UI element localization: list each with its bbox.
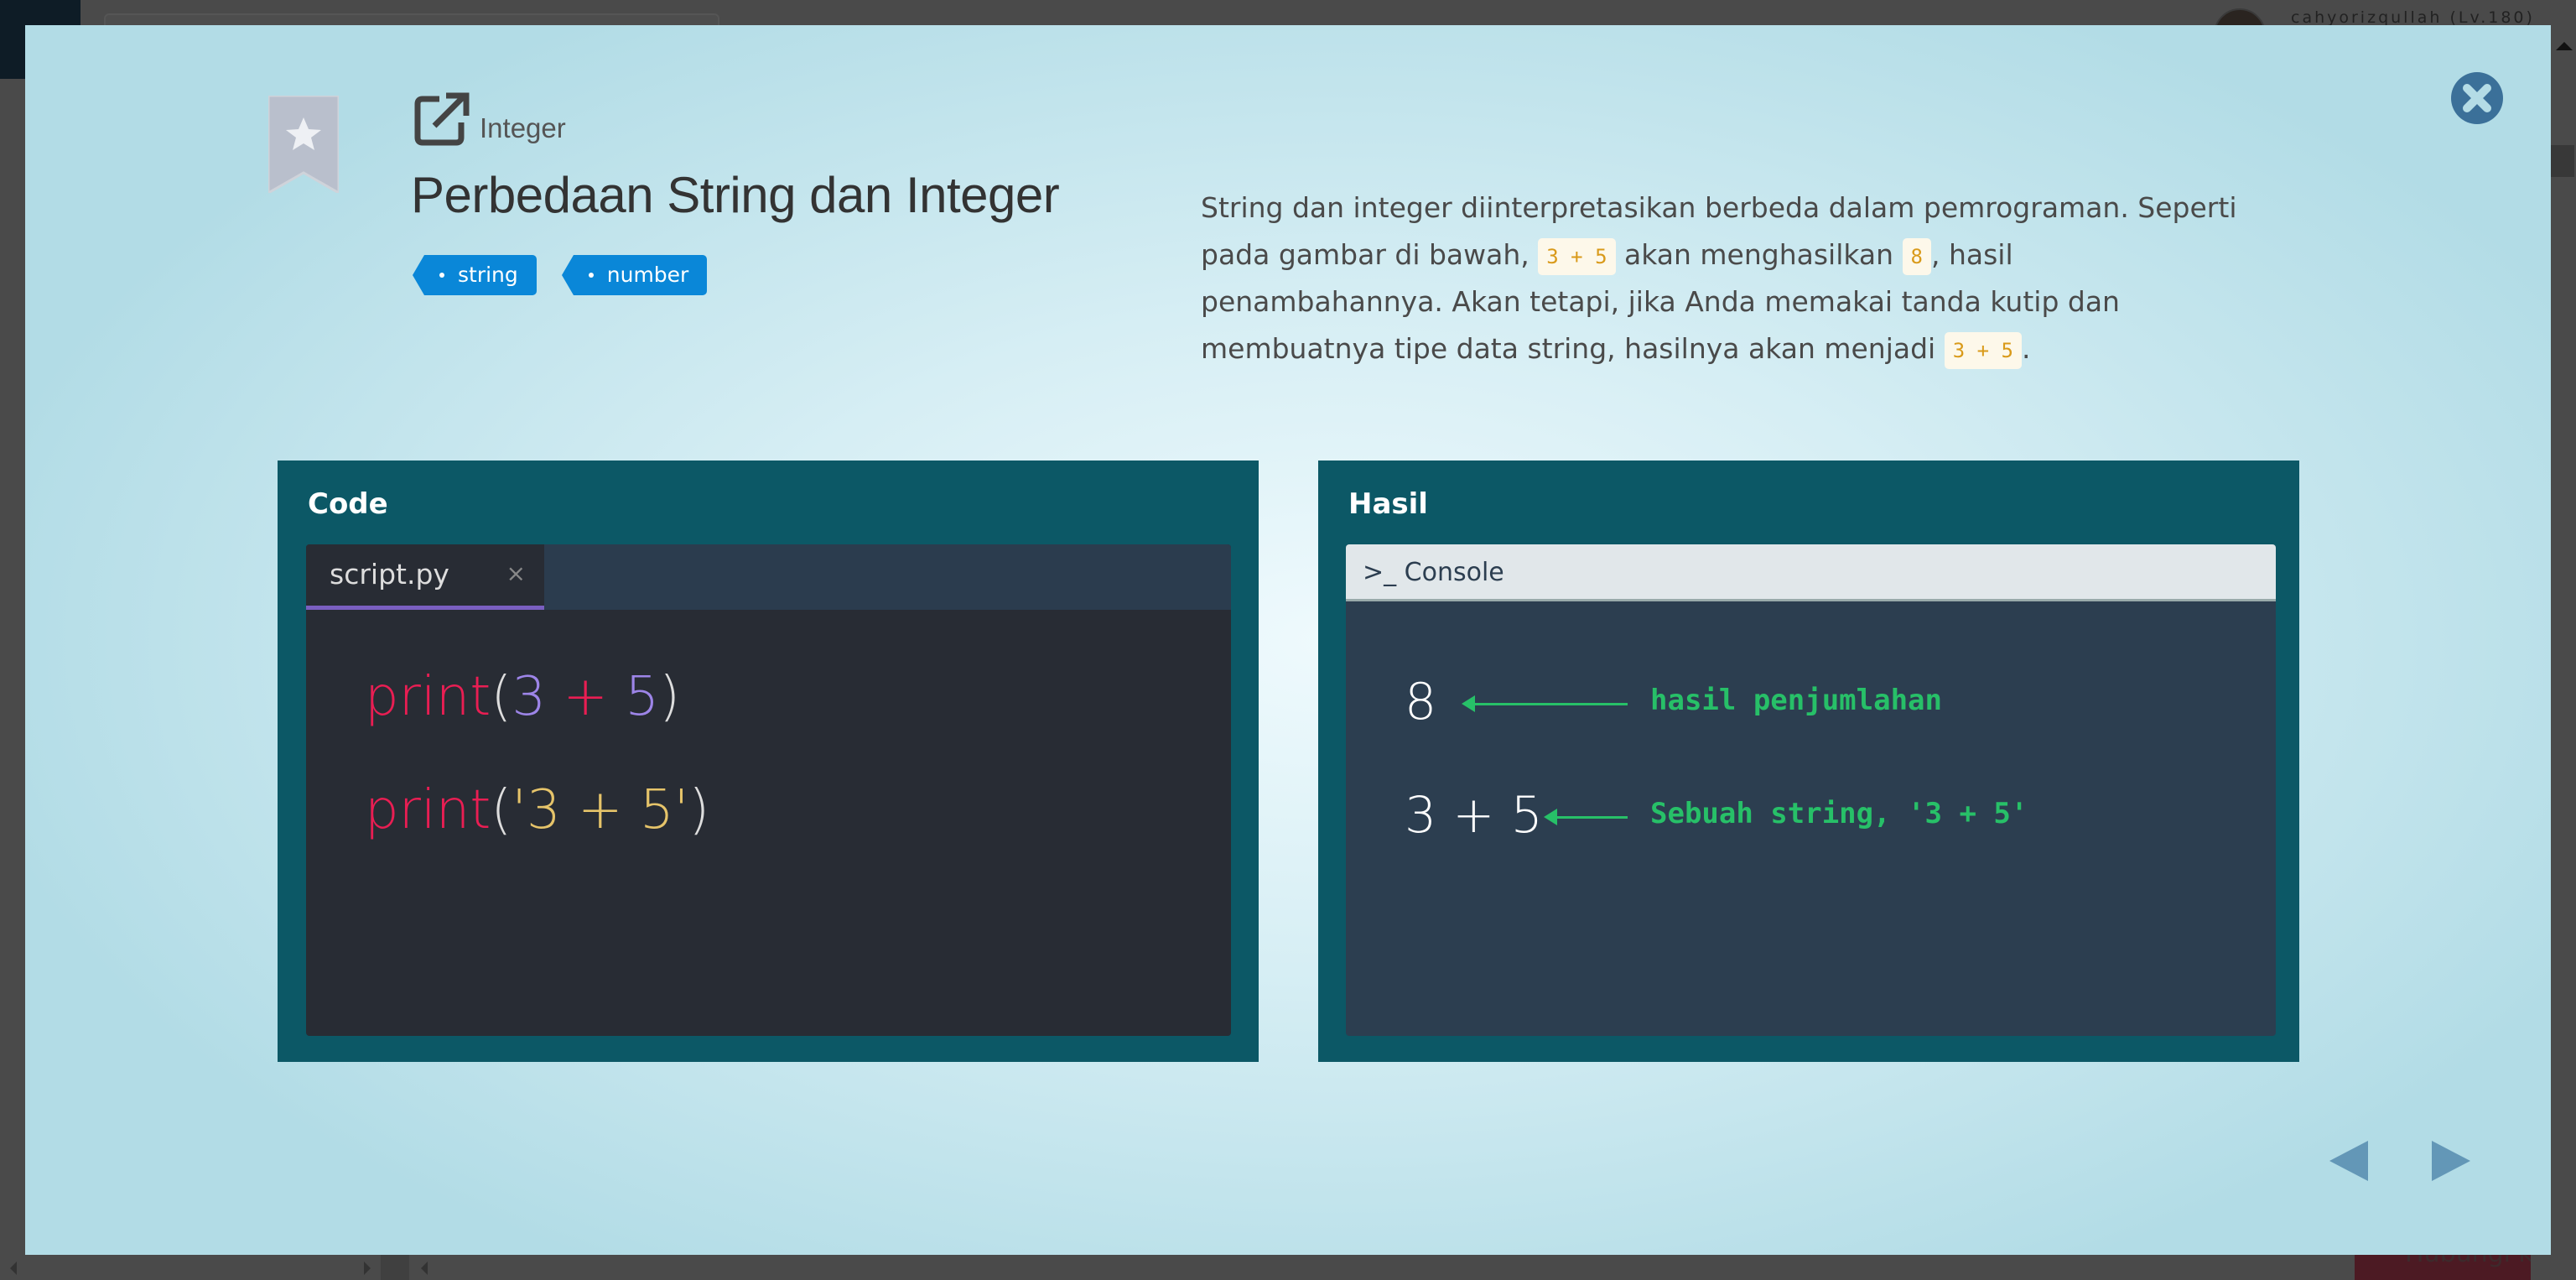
external-link-icon[interactable] bbox=[414, 92, 471, 146]
scroll-right-icon[interactable] bbox=[364, 1262, 371, 1275]
inline-code: 3 + 5 bbox=[1538, 237, 1616, 275]
scroll-left-icon[interactable] bbox=[421, 1262, 428, 1275]
inline-code: 8 bbox=[1902, 237, 1931, 275]
code-line: print('3 + 5') bbox=[365, 779, 709, 841]
lesson-modal: Integer Perbedaan String dan Integer str… bbox=[25, 25, 2551, 1255]
scroll-up-icon[interactable] bbox=[2556, 42, 2573, 50]
code-editor: script.py × print(3 + 5) print('3 + 5') bbox=[306, 544, 1231, 1036]
code-token: '3 + 5' bbox=[512, 779, 689, 841]
annotation: hasil penjumlahan bbox=[1650, 684, 1942, 717]
previous-slide-button[interactable] bbox=[2329, 1141, 2368, 1181]
code-panel-title: Code bbox=[308, 487, 388, 521]
arrow-left-icon bbox=[1544, 809, 1628, 825]
close-button[interactable] bbox=[2451, 72, 2503, 124]
next-slide-button[interactable] bbox=[2432, 1141, 2470, 1181]
code-token: ( bbox=[491, 779, 512, 841]
code-token: print bbox=[365, 779, 491, 841]
console-output: 8 bbox=[1405, 673, 1437, 731]
console: >_ Console 8 hasil penjumlahan 3 + 5 Seb… bbox=[1346, 544, 2276, 1036]
page-title: Perbedaan String dan Integer bbox=[411, 167, 1060, 223]
code-line: print(3 + 5) bbox=[365, 666, 680, 728]
code-token: 3 bbox=[512, 666, 547, 728]
tag-list: string number bbox=[413, 255, 708, 295]
console-output: 3 + 5 bbox=[1405, 786, 1543, 845]
vertical-scrollbar[interactable] bbox=[2551, 25, 2576, 1255]
annotation: Sebuah string, '3 + 5' bbox=[1650, 797, 2028, 830]
breadcrumb[interactable]: Integer bbox=[480, 112, 566, 144]
scroll-left-icon[interactable] bbox=[10, 1262, 17, 1275]
editor-tab-bar: script.py × bbox=[306, 544, 1231, 610]
description: String dan integer diinterpretasikan ber… bbox=[1201, 185, 2241, 372]
tab-label: script.py bbox=[330, 558, 449, 591]
description-text: . bbox=[2021, 332, 2031, 365]
code-token: print bbox=[365, 666, 491, 728]
result-panel-title: Hasil bbox=[1348, 487, 1428, 521]
description-text: akan menghasilkan bbox=[1624, 238, 1894, 271]
scrollbar-thumb[interactable] bbox=[2551, 145, 2574, 177]
username: cahyorizqullah (Lv.180) bbox=[2291, 8, 2535, 27]
close-tab-icon[interactable]: × bbox=[506, 559, 526, 587]
console-header: >_ Console bbox=[1346, 544, 2276, 601]
code-token: ( bbox=[491, 666, 512, 728]
inline-code: 3 + 5 bbox=[1944, 331, 2022, 369]
scrollbar-thumb[interactable] bbox=[381, 1255, 409, 1280]
bookmark-star-icon[interactable] bbox=[268, 96, 339, 193]
code-token: + bbox=[546, 666, 626, 728]
close-icon bbox=[2463, 84, 2491, 112]
tag-number[interactable]: number bbox=[561, 255, 708, 295]
result-panel: Hasil >_ Console 8 hasil penjumlahan 3 +… bbox=[1318, 460, 2299, 1062]
horizontal-scrollbar[interactable] bbox=[0, 1255, 2551, 1280]
arrow-left-icon bbox=[1462, 695, 1628, 712]
code-token: ) bbox=[659, 666, 681, 728]
code-token: ) bbox=[688, 779, 710, 841]
tag-string[interactable]: string bbox=[413, 255, 537, 295]
code-panel: Code script.py × print(3 + 5) print('3 +… bbox=[278, 460, 1259, 1062]
tab-script-py[interactable]: script.py × bbox=[306, 544, 544, 610]
code-token: 5 bbox=[625, 666, 660, 728]
